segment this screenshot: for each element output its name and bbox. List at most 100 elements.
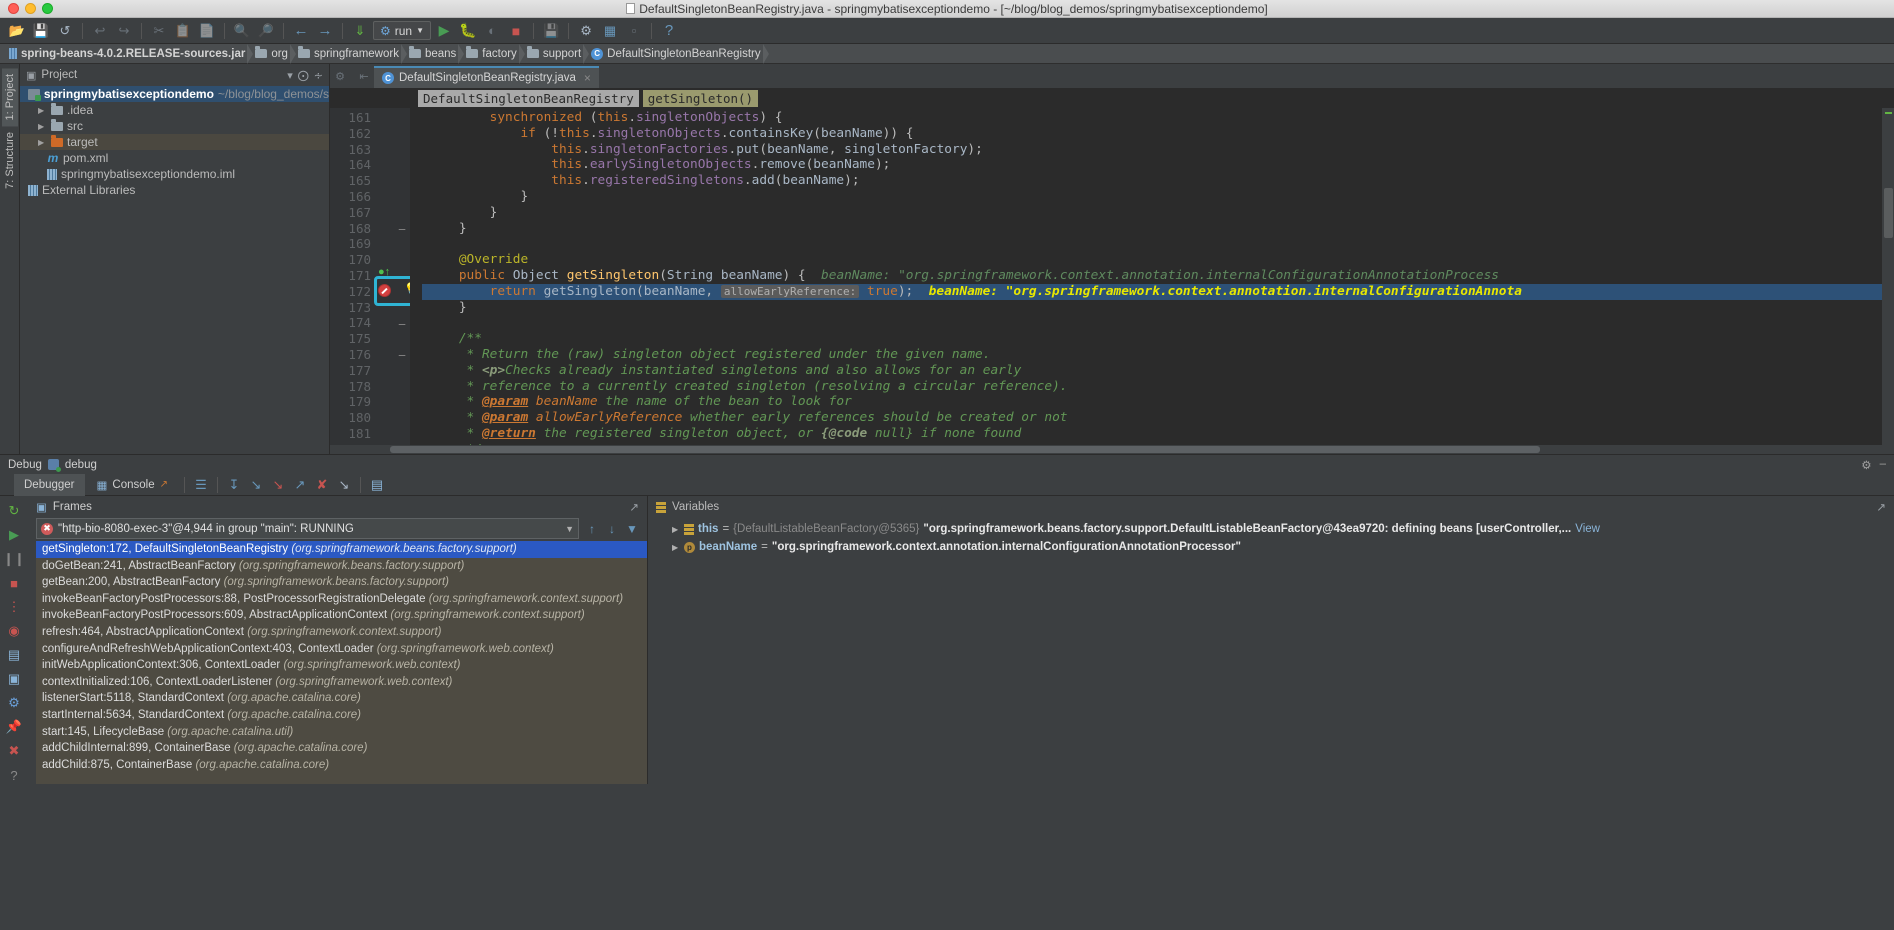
drop-frame-icon[interactable]: ✘ bbox=[312, 475, 332, 495]
editor-scrollbar-thumb[interactable] bbox=[1884, 188, 1893, 238]
close-icon[interactable]: ✖ bbox=[4, 742, 24, 760]
code-line[interactable]: * @param beanName the name of the bean t… bbox=[422, 394, 1882, 410]
collapse-all-icon[interactable]: ∻ bbox=[314, 69, 323, 82]
code-line[interactable]: * @param allowEarlyReference whether ear… bbox=[422, 410, 1882, 426]
code-line[interactable]: * reference to a currently created singl… bbox=[422, 379, 1882, 395]
editor-tab-active[interactable]: C DefaultSingletonBeanRegistry.java × bbox=[374, 66, 599, 88]
frame-row[interactable]: doGetBean:241, AbstractBeanFactory (org.… bbox=[36, 558, 647, 575]
help-icon[interactable]: ? bbox=[658, 21, 680, 41]
variable-row[interactable]: ▶this={DefaultListableBeanFactory@5365}"… bbox=[648, 520, 1894, 538]
code-line[interactable]: } bbox=[422, 205, 1882, 221]
variable-row[interactable]: ▶pbeanName="org.springframework.context.… bbox=[648, 538, 1894, 556]
rerun-icon[interactable]: ↻ bbox=[4, 502, 24, 520]
chevron-down-icon[interactable]: ▾ bbox=[287, 69, 293, 82]
save-icon[interactable]: 💾 bbox=[30, 21, 52, 41]
thread-selector[interactable]: ✖ "http-bio-8080-exec-3"@4,944 in group … bbox=[36, 518, 579, 539]
frame-up-icon[interactable]: ↑ bbox=[585, 522, 599, 536]
evaluate-expression-icon[interactable]: ▤ bbox=[367, 475, 387, 495]
pin-icon[interactable]: ↗ bbox=[160, 479, 168, 490]
breadcrumb-item-springframework[interactable]: springframework bbox=[295, 44, 406, 64]
code-line[interactable]: /** bbox=[422, 331, 1882, 347]
frame-row[interactable]: getBean:200, AbstractBeanFactory (org.sp… bbox=[36, 574, 647, 591]
code-line[interactable]: * Return the (raw) singleton object regi… bbox=[422, 347, 1882, 363]
forward-icon[interactable]: → bbox=[314, 21, 336, 41]
run-configuration-selector[interactable]: ⚙ run ▼ bbox=[373, 21, 431, 40]
breadcrumb-item-support[interactable]: support bbox=[524, 44, 588, 64]
code-line[interactable]: synchronized (this.singletonObjects) { bbox=[422, 110, 1882, 126]
code-line[interactable] bbox=[422, 315, 1882, 331]
tree-item-pom[interactable]: m pom.xml bbox=[20, 150, 329, 166]
project-structure-icon[interactable]: ▦ bbox=[599, 21, 621, 41]
fold-marker-175[interactable]: ⚊ bbox=[398, 348, 406, 359]
frame-row[interactable]: startInternal:5634, StandardContext (org… bbox=[36, 707, 647, 724]
settings-icon[interactable]: ⚙ bbox=[4, 694, 24, 712]
frame-row[interactable]: configureAndRefreshWebApplicationContext… bbox=[36, 641, 647, 658]
hotswap-icon[interactable]: 💾 bbox=[540, 21, 562, 41]
settings-icon[interactable]: ⚙ bbox=[575, 21, 597, 41]
expand-chevron-icon[interactable]: ▶ bbox=[672, 525, 680, 534]
variables-pin-icon[interactable]: ↗ bbox=[1876, 500, 1886, 514]
run-to-cursor-icon[interactable]: ↘ bbox=[334, 475, 354, 495]
editor-horizontal-scrollbar[interactable] bbox=[330, 445, 1894, 454]
frame-row[interactable]: invokeBeanFactoryPostProcessors:609, Abs… bbox=[36, 607, 647, 624]
debug-icon[interactable]: 🐛 bbox=[457, 21, 479, 41]
restore-layout-icon[interactable]: ▣ bbox=[4, 670, 24, 688]
step-over-icon[interactable]: ↧ bbox=[224, 475, 244, 495]
tab-console[interactable]: ▦ Console ↗ bbox=[87, 474, 178, 496]
mute-breakpoints-icon[interactable]: ◉ bbox=[4, 622, 24, 640]
frame-row[interactable]: refresh:464, AbstractApplicationContext … bbox=[36, 624, 647, 641]
code-line[interactable] bbox=[422, 236, 1882, 252]
breakpoint-gutter[interactable]: ●↑ 💡 ⚊ ⚊ ⚊ bbox=[376, 108, 410, 445]
breadcrumb-item-org[interactable]: org bbox=[252, 44, 295, 64]
resume-icon[interactable]: ▶ bbox=[4, 526, 24, 544]
sidebar-tab-project[interactable]: 1: Project bbox=[2, 68, 18, 126]
code-line[interactable]: return getSingleton(beanName, allowEarly… bbox=[422, 284, 1882, 300]
fold-marker-173[interactable]: ⚊ bbox=[398, 317, 406, 328]
tree-item-idea[interactable]: ▶ .idea bbox=[20, 102, 329, 118]
code-line[interactable]: this.earlySingletonObjects.remove(beanNa… bbox=[422, 157, 1882, 173]
stop-icon[interactable]: ■ bbox=[505, 21, 527, 41]
tab-debugger[interactable]: Debugger bbox=[14, 474, 85, 496]
frames-list[interactable]: getSingleton:172, DefaultSingletonBeanRe… bbox=[36, 541, 647, 784]
expand-icon[interactable]: ⇤ bbox=[354, 66, 374, 86]
paste-icon[interactable]: 📄 bbox=[196, 21, 218, 41]
gear-icon[interactable]: ⚙ bbox=[330, 66, 350, 86]
code-line[interactable]: this.registeredSingletons.add(beanName); bbox=[422, 173, 1882, 189]
code-line[interactable]: public Object getSingleton(String beanNa… bbox=[422, 268, 1882, 284]
compile-icon[interactable]: ⇓ bbox=[349, 21, 371, 41]
code-content[interactable]: synchronized (this.singletonObjects) { i… bbox=[422, 108, 1882, 445]
redo-icon[interactable]: ↪ bbox=[113, 21, 135, 41]
breadcrumb-item-factory[interactable]: factory bbox=[463, 44, 524, 64]
view-breakpoints-icon[interactable]: ⋮ bbox=[4, 598, 24, 616]
code-line[interactable]: this.singletonFactories.put(beanName, si… bbox=[422, 142, 1882, 158]
code-line[interactable]: * <p>Checks already instantiated singlet… bbox=[422, 363, 1882, 379]
locate-icon[interactable]: ⨀ bbox=[298, 69, 309, 82]
fold-marker-168[interactable]: ⚊ bbox=[398, 222, 406, 233]
expand-chevron-icon[interactable]: ▶ bbox=[672, 543, 680, 552]
settings-icon[interactable]: ⚙ bbox=[1861, 458, 1871, 472]
view-value-link[interactable]: View bbox=[1575, 523, 1600, 535]
frame-down-icon[interactable]: ↓ bbox=[605, 522, 619, 536]
tree-item-iml[interactable]: springmybatisexceptiondemo.iml bbox=[20, 166, 329, 182]
run-icon[interactable]: ▶ bbox=[433, 21, 455, 41]
tree-item-external-libraries[interactable]: External Libraries bbox=[20, 182, 329, 198]
undo-icon[interactable]: ↩ bbox=[89, 21, 111, 41]
tree-item-root[interactable]: springmybatisexceptiondemo ~/blog/blog_d… bbox=[20, 86, 329, 102]
step-into-icon[interactable]: ↘ bbox=[246, 475, 266, 495]
filter-frames-icon[interactable]: ▼ bbox=[625, 522, 639, 536]
copy-icon[interactable]: 📋 bbox=[172, 21, 194, 41]
find-icon[interactable]: 🔍 bbox=[231, 21, 253, 41]
sync-icon[interactable]: ↺ bbox=[54, 21, 76, 41]
code-fold-column[interactable] bbox=[410, 108, 422, 445]
sdk-icon[interactable]: ▫ bbox=[623, 21, 645, 41]
frame-row[interactable]: getSingleton:172, DefaultSingletonBeanRe… bbox=[36, 541, 647, 558]
code-line[interactable]: if (!this.singletonObjects.containsKey(b… bbox=[422, 126, 1882, 142]
editor-marker-bar[interactable] bbox=[1882, 108, 1894, 445]
breadcrumb-item-class[interactable]: C DefaultSingletonBeanRegistry bbox=[588, 44, 767, 64]
frame-row[interactable]: start:145, LifecycleBase (org.apache.cat… bbox=[36, 724, 647, 741]
frame-row[interactable]: listenerStart:5118, StandardContext (org… bbox=[36, 690, 647, 707]
debug-session-name[interactable]: debug bbox=[65, 459, 97, 471]
pin-icon[interactable]: 📌 bbox=[4, 718, 24, 736]
frames-pin-icon[interactable]: ↗ bbox=[629, 500, 639, 514]
context-method-chip[interactable]: getSingleton() bbox=[643, 90, 758, 107]
